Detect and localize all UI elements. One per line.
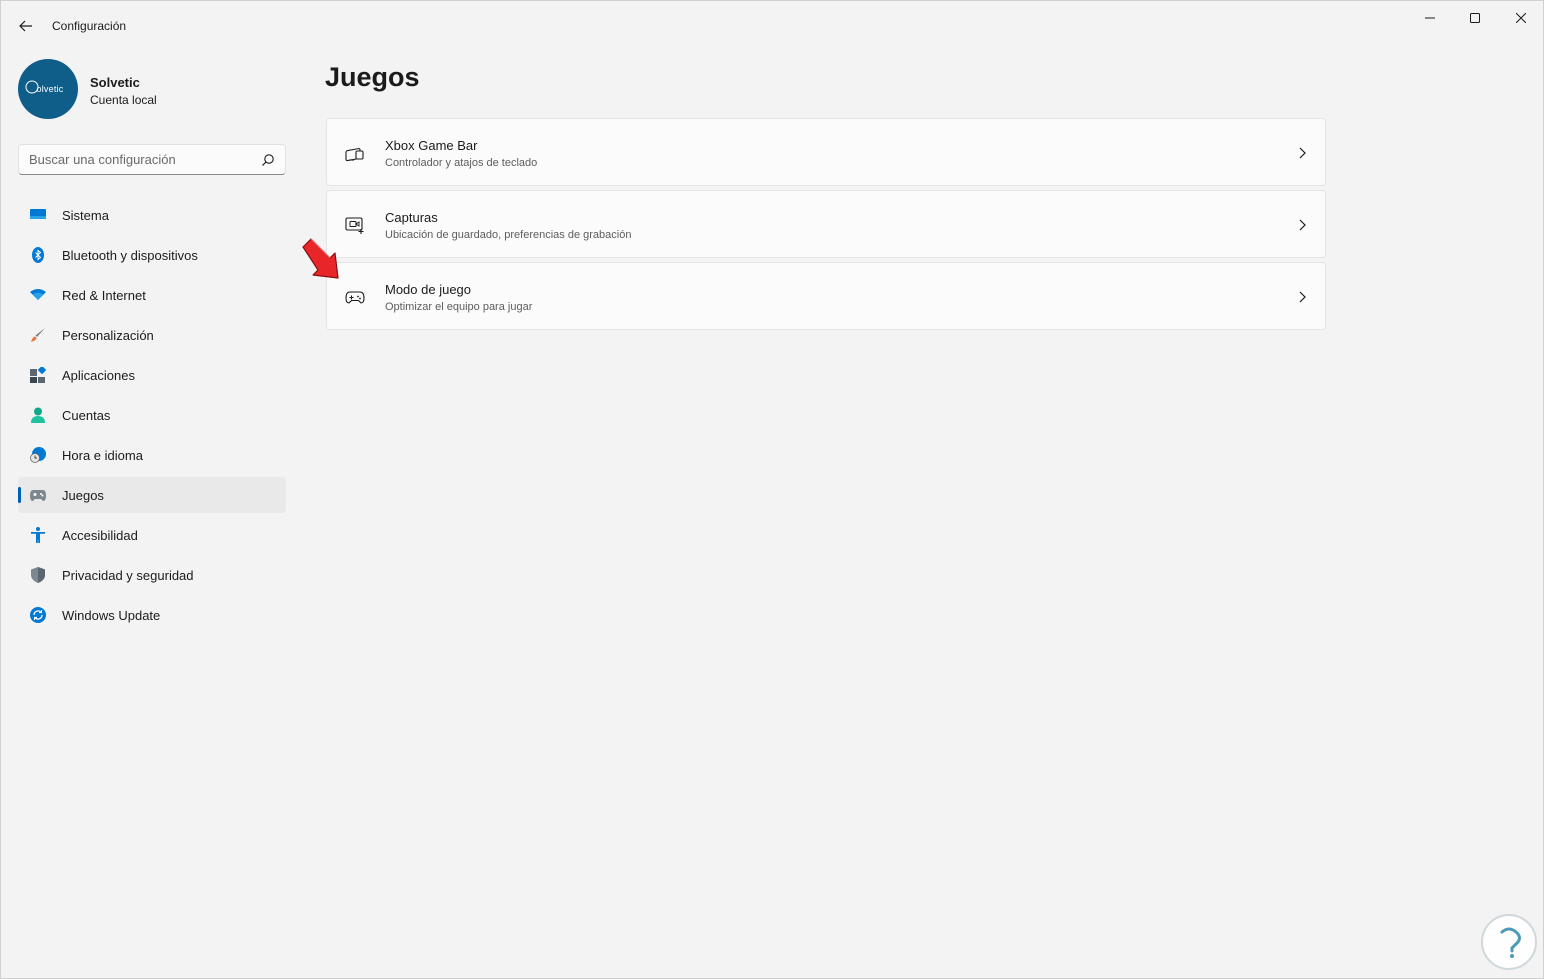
sidebar-item-personalizacion[interactable]: Personalización xyxy=(18,317,286,353)
user-name: Solvetic xyxy=(90,75,140,90)
gamepad-icon xyxy=(345,291,365,304)
annotation-arrow-icon xyxy=(302,238,339,279)
sidebar-item-label: Windows Update xyxy=(62,607,161,623)
chevron-right-icon xyxy=(1299,147,1306,159)
sidebar-item-label: Accesibilidad xyxy=(62,527,138,543)
sidebar-item-label: Red & Internet xyxy=(62,287,146,303)
sidebar-item-label: Aplicaciones xyxy=(62,367,135,383)
sidebar-item-label: Privacidad y seguridad xyxy=(62,567,194,583)
card-xbox-game-bar[interactable]: Xbox Game Bar Controlador y atajos de te… xyxy=(326,118,1326,186)
sidebar-item-label: Bluetooth y dispositivos xyxy=(62,247,198,263)
card-subtitle: Optimizar el equipo para jugar xyxy=(385,301,533,313)
sidebar-nav: Sistema Bluetooth y dispositivos Red & I… xyxy=(18,197,286,637)
sidebar-item-label: Juegos xyxy=(62,487,104,503)
back-button[interactable] xyxy=(11,11,41,41)
sidebar-item-bluetooth[interactable]: Bluetooth y dispositivos xyxy=(18,237,286,273)
sidebar-item-red[interactable]: Red & Internet xyxy=(18,277,286,313)
person-icon xyxy=(31,407,45,423)
accessibility-icon xyxy=(31,527,45,543)
chevron-right-icon xyxy=(1299,291,1306,303)
avatar-text: olvetic xyxy=(36,84,64,94)
chevron-right-icon xyxy=(1299,219,1306,231)
minimize-button[interactable] xyxy=(1407,1,1453,35)
close-button[interactable] xyxy=(1498,1,1544,35)
sidebar-item-aplicaciones[interactable]: Aplicaciones xyxy=(18,357,286,393)
sidebar-item-cuentas[interactable]: Cuentas xyxy=(18,397,286,433)
sidebar-item-privacidad[interactable]: Privacidad y seguridad xyxy=(18,557,286,593)
card-subtitle: Controlador y atajos de teclado xyxy=(385,157,538,169)
search-box[interactable] xyxy=(18,144,286,175)
sidebar-item-windows-update[interactable]: Windows Update xyxy=(18,597,286,633)
maximize-icon xyxy=(1470,13,1480,23)
settings-window: Configuración olvetic Solvetic Cuenta lo… xyxy=(0,0,1544,979)
bluetooth-icon xyxy=(32,247,44,263)
app-title: Configuración xyxy=(52,19,127,33)
sidebar-item-hora[interactable]: Hora e idioma xyxy=(18,437,286,473)
account-type: Cuenta local xyxy=(90,93,157,107)
card-capturas[interactable]: Capturas Ubicación de guardado, preferen… xyxy=(326,190,1326,258)
watermark-icon xyxy=(1500,927,1521,958)
page-title: Juegos xyxy=(325,62,420,92)
sidebar-item-juegos[interactable]: Juegos xyxy=(18,477,286,513)
avatar[interactable]: olvetic xyxy=(18,59,78,119)
apps-icon xyxy=(30,367,46,383)
sidebar-item-accesibilidad[interactable]: Accesibilidad xyxy=(18,517,286,553)
sidebar-item-label: Hora e idioma xyxy=(62,447,143,463)
card-title: Capturas xyxy=(385,210,438,225)
close-icon xyxy=(1516,13,1526,23)
maximize-button[interactable] xyxy=(1452,1,1498,35)
monitor-icon xyxy=(30,209,46,219)
search-input[interactable] xyxy=(29,145,254,174)
watermark-logo xyxy=(1481,914,1537,970)
card-title: Modo de juego xyxy=(385,282,472,297)
sidebar-item-label: Sistema xyxy=(62,207,109,223)
shield-icon xyxy=(31,567,45,583)
title-bar: Configuración xyxy=(1,1,1543,51)
gamepad-icon xyxy=(30,490,46,501)
capture-icon xyxy=(345,217,364,234)
card-subtitle: Ubicación de guardado, preferencias de g… xyxy=(385,229,632,241)
update-icon xyxy=(30,607,46,623)
brush-icon xyxy=(31,328,45,342)
back-arrow-icon xyxy=(19,20,32,32)
sidebar-item-sistema[interactable]: Sistema xyxy=(18,197,286,233)
clock-globe-icon xyxy=(30,447,46,463)
card-title: Xbox Game Bar xyxy=(385,138,478,153)
wifi-icon xyxy=(30,289,46,300)
sidebar-item-label: Cuentas xyxy=(62,407,111,423)
minimize-icon xyxy=(1425,17,1435,19)
search-icon[interactable] xyxy=(261,153,275,167)
game-bar-icon xyxy=(345,148,364,162)
card-modo-de-juego[interactable]: Modo de juego Optimizar el equipo para j… xyxy=(326,262,1326,330)
settings-cards: Xbox Game Bar Controlador y atajos de te… xyxy=(326,118,1326,334)
sidebar-item-label: Personalización xyxy=(62,327,154,343)
